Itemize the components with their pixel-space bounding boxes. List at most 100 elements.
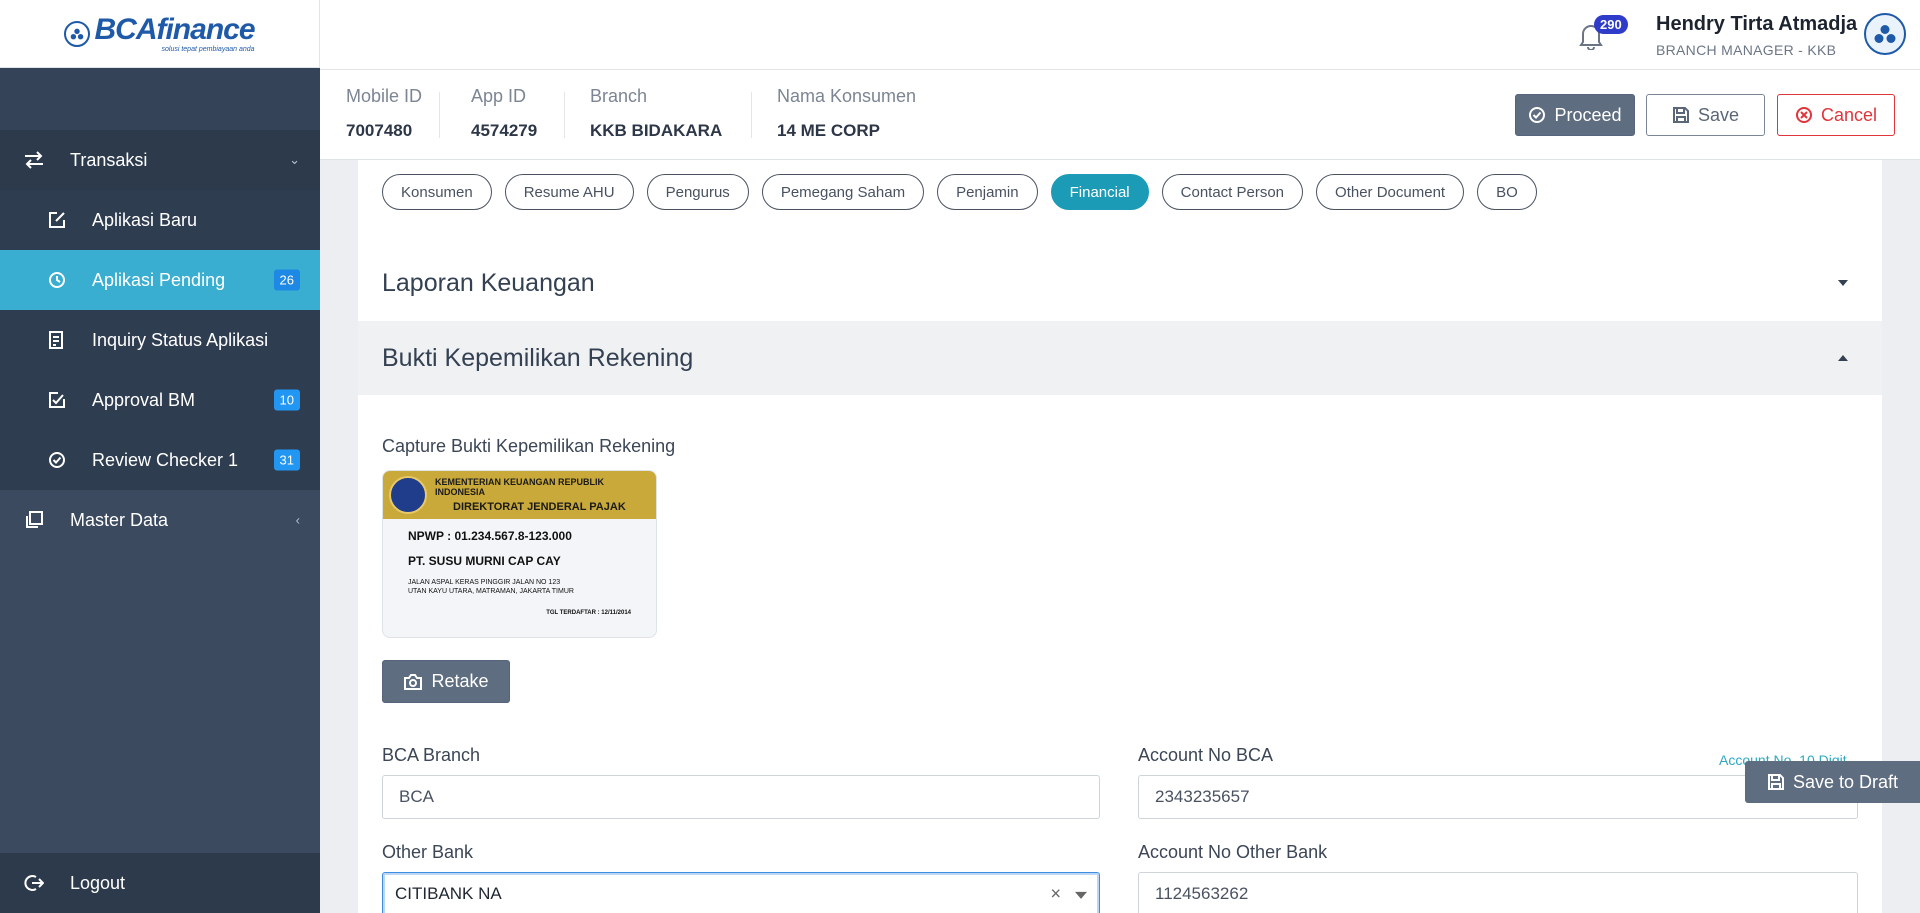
section-laporan-keuangan[interactable]: Laporan Keuangan	[358, 246, 1882, 320]
sidebar: BCAfinance solusi tepat pembiayaan anda …	[0, 0, 320, 913]
card-address-1: JALAN ASPAL KERAS PINGGIR JALAN NO 123	[408, 579, 561, 586]
dropdown-caret-icon[interactable]	[1075, 891, 1087, 899]
caret-up-icon	[1838, 355, 1848, 361]
tab-pemegang-saham[interactable]: Pemegang Saham	[761, 174, 925, 210]
avatar[interactable]	[1864, 13, 1906, 55]
nama-konsumen-field: Nama Konsumen 14 ME CORP	[777, 86, 916, 141]
sidebar-item-aplikasi-pending[interactable]: Aplikasi Pending 26	[0, 250, 320, 310]
application-info-bar: Mobile ID 7007480 App ID 4574279 Branch …	[320, 70, 1920, 160]
section-title: Laporan Keuangan	[382, 268, 595, 297]
tab-other-document[interactable]: Other Document	[1316, 174, 1465, 210]
sidebar-item-label: Aplikasi Pending	[92, 269, 226, 290]
account-other-input[interactable]: 1124563262	[1138, 872, 1858, 913]
logout-label: Logout	[70, 872, 126, 893]
section-title: Bukti Kepemilikan Rekening	[382, 343, 694, 372]
sidebar-item-label: Review Checker 1	[92, 449, 239, 470]
card-header-2: DIREKTORAT JENDERAL PAJAK	[453, 501, 626, 513]
other-bank-value: CITIBANK NA	[395, 884, 502, 903]
divider	[439, 92, 440, 138]
edit-icon	[46, 209, 68, 231]
swap-icon	[22, 148, 46, 172]
sidebar-item-inquiry-status[interactable]: Inquiry Status Aplikasi	[0, 310, 320, 370]
card-date: TGL TERDAFTAR : 12/11/2014	[546, 610, 631, 617]
card-npwp: NPWP : 01.234.567.8-123.000	[408, 529, 572, 543]
logout-button[interactable]: Logout	[0, 853, 320, 913]
notification-badge: 290	[1594, 15, 1628, 34]
proceed-label: Proceed	[1554, 104, 1622, 125]
account-other-label: Account No Other Bank	[1138, 842, 1328, 862]
sidebar-item-approval-bm[interactable]: Approval BM 10	[0, 370, 320, 430]
retake-button[interactable]: Retake	[382, 660, 510, 703]
tab-financial[interactable]: Financial	[1050, 174, 1149, 210]
caret-down-icon	[1838, 280, 1848, 286]
nama-konsumen-label: Nama Konsumen	[777, 86, 917, 106]
menu-group-master-data[interactable]: Master Data ‹	[0, 490, 320, 550]
tab-bo[interactable]: BO	[1477, 174, 1537, 210]
app-id-field: App ID 4574279	[471, 86, 537, 141]
top-bar: 290 Hendry Tirta Atmadja BRANCH MANAGER …	[320, 0, 1920, 70]
camera-icon	[404, 673, 423, 690]
check-circle-icon	[1529, 107, 1546, 123]
approval-icon	[46, 389, 68, 411]
brand-tagline: solusi tepat pembiayaan anda	[161, 45, 255, 53]
section-bukti-kepemilikan[interactable]: Bukti Kepemilikan Rekening	[358, 321, 1882, 395]
menu-group-transaksi[interactable]: Transaksi ⌄	[0, 130, 320, 190]
sidebar-item-label: Approval BM	[92, 389, 196, 410]
floppy-icon	[1767, 774, 1784, 790]
close-circle-icon	[1795, 107, 1812, 123]
account-bca-label: Account No BCA	[1138, 745, 1274, 765]
retake-label: Retake	[431, 671, 489, 691]
card-name: PT. SUSU MURNI CAP CAY	[408, 554, 561, 568]
branch-label: Branch	[590, 86, 648, 106]
user-name: Hendry Tirta Atmadja	[1656, 13, 1858, 35]
sidebar-item-label: Inquiry Status Aplikasi	[92, 329, 269, 350]
branch-value: KKB BIDAKARA	[590, 121, 723, 140]
tab-resume-ahu[interactable]: Resume AHU	[504, 174, 634, 210]
mobile-id-label: Mobile ID	[346, 86, 423, 106]
app-id-value: 4574279	[471, 121, 538, 140]
tab-pengurus[interactable]: Pengurus	[646, 174, 749, 210]
document-icon	[46, 329, 68, 351]
other-bank-select[interactable]: CITIBANK NA ×	[382, 872, 1100, 913]
user-role: BRANCH MANAGER - KKB	[1656, 42, 1837, 58]
app-id-label: App ID	[471, 86, 527, 106]
tab-penjamin[interactable]: Penjamin	[937, 174, 1038, 210]
clear-icon[interactable]: ×	[1050, 884, 1061, 905]
save-to-draft-label: Save to Draft	[1792, 771, 1899, 792]
sidebar-item-label: Aplikasi Baru	[92, 209, 198, 230]
capture-label: Capture Bukti Kepemilikan Rekening	[382, 436, 676, 456]
chevron-down-icon: ⌄	[289, 152, 300, 167]
floppy-icon	[1672, 107, 1689, 123]
divider	[751, 92, 752, 138]
captured-npwp-image[interactable]: KEMENTERIAN KEUANGAN REPUBLIK INDONESIA …	[382, 470, 657, 638]
bca-branch-input[interactable]: BCA	[382, 775, 1100, 819]
sidebar-band	[0, 68, 320, 130]
brand-name: BCAfinance	[94, 12, 255, 46]
tab-contact-person[interactable]: Contact Person	[1161, 174, 1304, 210]
save-button[interactable]: Save	[1646, 94, 1765, 136]
tab-konsumen[interactable]: Konsumen	[382, 174, 492, 210]
check-circle-icon	[46, 449, 68, 471]
sidebar-item-aplikasi-baru[interactable]: Aplikasi Baru	[0, 190, 320, 250]
logout-icon	[22, 871, 46, 895]
menu-group-label: Master Data	[70, 509, 169, 530]
mobile-id-field: Mobile ID 7007480	[346, 86, 422, 141]
chevron-left-icon: ‹	[295, 512, 300, 528]
mobile-id-value: 7007480	[346, 121, 413, 140]
save-to-draft-button[interactable]: Save to Draft	[1745, 761, 1920, 803]
count-badge: 10	[273, 389, 300, 411]
save-label: Save	[1697, 104, 1740, 125]
cancel-button[interactable]: Cancel	[1777, 94, 1895, 136]
divider	[564, 92, 565, 138]
brand-logo[interactable]: BCAfinance solusi tepat pembiayaan anda	[64, 12, 256, 53]
sidebar-item-review-checker[interactable]: Review Checker 1 31	[0, 430, 320, 490]
bca-emblem-icon	[64, 20, 91, 47]
proceed-button[interactable]: Proceed	[1515, 94, 1635, 136]
main-content: Konsumen Resume AHU Pengurus Pemegang Sa…	[358, 160, 1882, 913]
menu-group-label: Transaksi	[70, 149, 148, 170]
card-address-2: UTAN KAYU UTARA, MATRAMAN, JAKARTA TIMUR	[408, 588, 574, 596]
count-badge: 31	[273, 449, 300, 471]
card-header-1: KEMENTERIAN KEUANGAN REPUBLIK INDONESIA	[435, 477, 605, 497]
bca-branch-label: BCA Branch	[382, 745, 481, 765]
clock-icon	[46, 269, 68, 291]
